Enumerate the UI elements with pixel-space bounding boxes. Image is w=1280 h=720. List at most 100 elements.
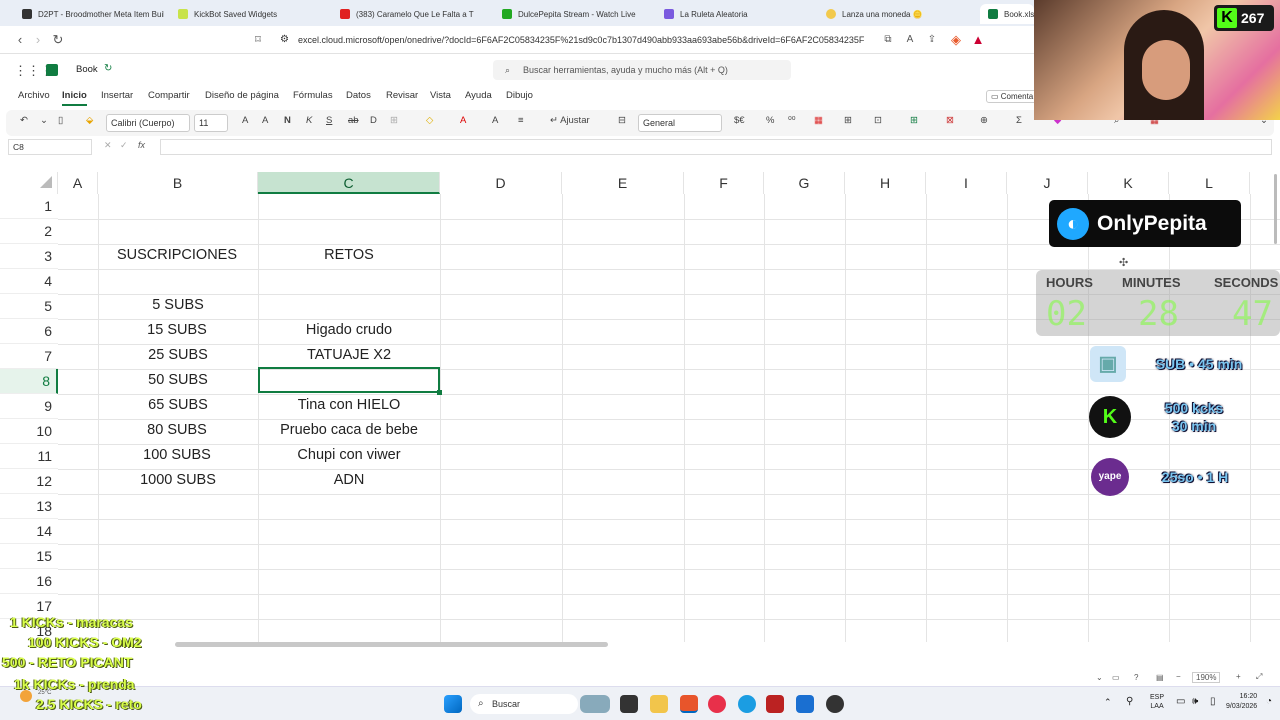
- widget-image-icon[interactable]: [580, 695, 610, 713]
- translate-icon[interactable]: A: [902, 32, 918, 48]
- chevron-down-icon[interactable]: ⌄: [1096, 673, 1103, 682]
- format-cells-icon[interactable]: ⊕: [980, 115, 988, 126]
- cell-b9[interactable]: 65 SUBS: [98, 397, 258, 413]
- edge-icon[interactable]: [738, 695, 756, 713]
- number-format-dropdown[interactable]: General: [638, 114, 722, 132]
- row-header[interactable]: 14: [0, 519, 58, 544]
- row-header[interactable]: 6: [0, 319, 58, 344]
- cell-c10[interactable]: Pruebo caca de bebe: [258, 422, 440, 438]
- column-header[interactable]: A: [58, 172, 98, 194]
- function-icon[interactable]: fx: [138, 140, 145, 150]
- help-icon[interactable]: ?: [1134, 673, 1138, 682]
- cell-b3[interactable]: SUSCRIPCIONES: [98, 247, 256, 263]
- tab-dibujo[interactable]: Dibujo: [506, 90, 533, 101]
- browser-tab[interactable]: Lanza una moneda 🪙: [818, 4, 978, 24]
- zoom-out-icon[interactable]: −: [1176, 672, 1181, 681]
- network-icon[interactable]: ▭: [1176, 696, 1185, 707]
- row-header[interactable]: 13: [0, 494, 58, 519]
- reload-icon[interactable]: ↻: [50, 32, 66, 48]
- row-header[interactable]: 10: [0, 419, 58, 444]
- tray-chevron-icon[interactable]: ⌃: [1104, 697, 1112, 708]
- row-header[interactable]: 4: [0, 269, 58, 294]
- tab-diseno[interactable]: Diseño de página: [205, 90, 279, 101]
- cell-styles-icon[interactable]: ⊡: [874, 115, 882, 126]
- browser-tab[interactable]: (383) Caramelo Que Le Falta a T: [332, 4, 492, 24]
- cell-b8[interactable]: 50 SUBS: [98, 372, 258, 388]
- column-header[interactable]: E: [562, 172, 684, 194]
- strikethrough-icon[interactable]: ab: [348, 115, 359, 126]
- back-icon[interactable]: ‹: [12, 32, 28, 48]
- task-view-icon[interactable]: [620, 695, 638, 713]
- cancel-icon[interactable]: ✕: [104, 140, 112, 151]
- battery-icon[interactable]: ▯: [1210, 696, 1216, 707]
- column-header[interactable]: I: [926, 172, 1007, 194]
- format-table-icon[interactable]: ⊞: [844, 115, 852, 126]
- row-header[interactable]: 5: [0, 294, 58, 319]
- file-explorer-icon[interactable]: [650, 695, 668, 713]
- formula-input[interactable]: [160, 139, 1272, 155]
- tab-vista[interactable]: Vista: [430, 90, 451, 101]
- cell-c12[interactable]: ADN: [258, 472, 440, 488]
- tab-insertar[interactable]: Insertar: [101, 90, 133, 101]
- forward-icon[interactable]: ›: [30, 32, 46, 48]
- cell-b12[interactable]: 1000 SUBS: [98, 472, 258, 488]
- fill-color-icon[interactable]: ◇: [426, 115, 433, 126]
- horizontal-scroll-thumb[interactable]: [175, 642, 608, 647]
- column-header-selected[interactable]: C: [258, 172, 440, 194]
- tab-formulas[interactable]: Fórmulas: [293, 90, 333, 101]
- font-size-dropdown[interactable]: 11: [194, 114, 228, 132]
- name-box[interactable]: C8: [8, 139, 92, 155]
- store-icon[interactable]: [796, 695, 814, 713]
- cell-c11[interactable]: Chupi con viwer: [258, 447, 440, 463]
- cell-b5[interactable]: 5 SUBS: [98, 297, 258, 313]
- comma-style-icon[interactable]: ⁰⁰: [788, 115, 796, 126]
- fill-handle[interactable]: [437, 390, 442, 395]
- currency-icon[interactable]: $€: [734, 115, 745, 126]
- page-view-icon[interactable]: ▤: [1156, 673, 1164, 682]
- insert-cells-icon[interactable]: ⊞: [910, 115, 918, 126]
- wrap-text-button[interactable]: ↵ Ajustar: [550, 115, 590, 126]
- cell-b7[interactable]: 25 SUBS: [98, 347, 258, 363]
- normal-view-icon[interactable]: ▭: [1112, 673, 1120, 682]
- zoom-level[interactable]: 190%: [1192, 672, 1221, 683]
- delete-cells-icon[interactable]: ⊠: [946, 115, 954, 126]
- clock[interactable]: 16:20 9/03/2026: [1226, 692, 1257, 712]
- row-header-selected[interactable]: 8: [0, 369, 58, 394]
- text-effects-icon[interactable]: A: [492, 115, 498, 126]
- double-underline-icon[interactable]: D: [370, 115, 377, 126]
- app-icon[interactable]: [766, 695, 784, 713]
- tab-inicio[interactable]: Inicio: [62, 90, 87, 106]
- borders-icon[interactable]: ⊞: [390, 115, 398, 126]
- row-header[interactable]: 7: [0, 344, 58, 369]
- row-header[interactable]: 15: [0, 544, 58, 569]
- row-header[interactable]: 11: [0, 444, 58, 469]
- tab-datos[interactable]: Datos: [346, 90, 371, 101]
- book-name[interactable]: Book: [76, 64, 98, 75]
- align-icon[interactable]: ≡: [518, 115, 524, 126]
- enter-icon[interactable]: ✓: [120, 140, 128, 151]
- bookmark-icon[interactable]: ⌑: [250, 32, 266, 48]
- row-header[interactable]: 1: [0, 194, 58, 219]
- autosum-icon[interactable]: Σ: [1016, 115, 1022, 126]
- column-header[interactable]: B: [98, 172, 258, 194]
- column-header[interactable]: F: [684, 172, 764, 194]
- brave-browser-icon[interactable]: [680, 695, 698, 713]
- column-header[interactable]: L: [1169, 172, 1250, 194]
- redo-icon[interactable]: ⌄: [40, 115, 48, 126]
- column-header[interactable]: G: [764, 172, 845, 194]
- row-header[interactable]: 9: [0, 394, 58, 419]
- copy-icon[interactable]: ⧉: [880, 32, 896, 48]
- browser-tab[interactable]: KickBot Saved Widgets: [170, 4, 330, 24]
- expand-icon[interactable]: ⤢: [1256, 672, 1262, 682]
- notifications-icon[interactable]: ◔: [1266, 696, 1272, 707]
- site-info-icon[interactable]: ⚙: [280, 30, 289, 50]
- browser-tab[interactable]: D2PT - Broodmother Meta Item Buil: [14, 4, 164, 24]
- font-color-icon[interactable]: A: [460, 115, 466, 126]
- share-icon[interactable]: ⇪: [924, 32, 940, 48]
- obs-icon[interactable]: [826, 695, 844, 713]
- comment-button[interactable]: ▭ Comenta: [986, 90, 1039, 103]
- browser-tab[interactable]: La Ruleta Aleatoria: [656, 4, 816, 24]
- search-input[interactable]: ⌕ Buscar herramientas, ayuda y mucho más …: [493, 60, 791, 80]
- taskbar-search[interactable]: ⌕ Buscar: [470, 694, 578, 714]
- windows-start-icon[interactable]: [444, 695, 462, 713]
